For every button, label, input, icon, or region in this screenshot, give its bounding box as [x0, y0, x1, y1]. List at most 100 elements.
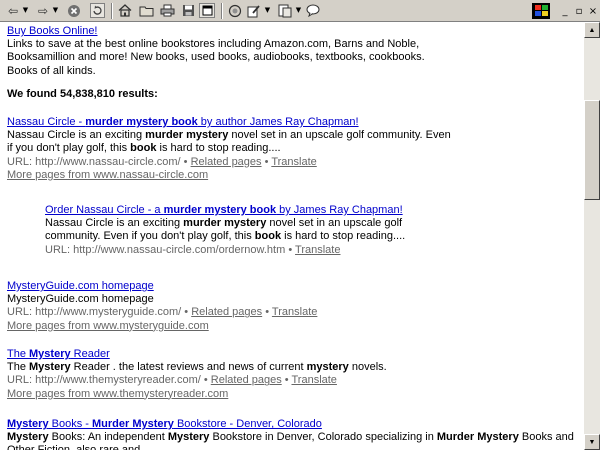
- highlighted-term: Murder Mystery: [91, 418, 174, 430]
- browser-toolbar: ⇦ ▼ ⇨ ▼ ▼ ▼ _ ▫ ×: [0, 0, 600, 22]
- edit-dropdown-icon[interactable]: ▼: [264, 3, 271, 18]
- fullscreen-icon[interactable]: [199, 3, 215, 18]
- translate-link[interactable]: Translate: [295, 244, 340, 256]
- search-results-page: Buy Books Online! Links to save at the b…: [0, 22, 584, 450]
- scroll-down-button[interactable]: ▼: [584, 434, 600, 450]
- text-run: community. Even if you don't play golf, …: [45, 230, 255, 243]
- stop-icon[interactable]: [66, 3, 82, 18]
- result-item: The Mystery Reader The Mystery Reader . t…: [7, 348, 387, 401]
- translate-link[interactable]: Translate: [291, 374, 336, 386]
- text-run: Order Nassau Circle - a: [45, 204, 164, 216]
- result-url: URL: http://www.themysteryreader.com/ • …: [7, 374, 337, 387]
- result-snippet-line: Nassau Circle is an exciting murder myst…: [45, 217, 402, 229]
- text-run: by James Ray Chapman!: [276, 204, 403, 216]
- forward-arrow-icon[interactable]: ⇨: [36, 3, 50, 18]
- text-run: novel set in an upscale golf community. …: [228, 129, 451, 142]
- result-title-link[interactable]: The Mystery Reader: [7, 348, 110, 360]
- floppy-disk-icon[interactable]: [180, 3, 196, 18]
- highlighted-term: book: [254, 230, 282, 243]
- result-item: Mystery Books - Murder Mystery Bookstore…: [7, 418, 574, 450]
- discuss-icon[interactable]: [305, 3, 321, 18]
- result-snippet-line: community. Even if you don't play golf, …: [45, 230, 405, 242]
- url-text: http://www.themysteryreader.com/: [35, 374, 201, 387]
- result-snippet-line: The Mystery Reader . the latest reviews …: [7, 361, 387, 373]
- minimize-button[interactable]: _: [558, 6, 572, 17]
- sponsored-title-link[interactable]: Buy Books Online!: [7, 25, 98, 37]
- result-title-link[interactable]: Mystery Books - Murder Mystery Bookstore…: [7, 418, 322, 430]
- text-run: Books: An independent: [48, 431, 168, 444]
- restore-button[interactable]: ▫: [572, 6, 586, 17]
- highlighted-term: mystery: [306, 361, 349, 374]
- back-dropdown-icon[interactable]: ▼: [22, 3, 29, 18]
- highlighted-term: murder mystery: [183, 217, 267, 230]
- result-snippet-line: MysteryGuide.com homepage: [7, 293, 154, 305]
- home-icon[interactable]: [117, 3, 133, 18]
- related-pages-link[interactable]: Related pages: [191, 306, 262, 318]
- url-text: http://www.nassau-circle.com/ordernow.ht…: [73, 243, 286, 256]
- text-run: Bookstore - Denver, Colorado: [173, 418, 322, 430]
- highlighted-term: Murder Mystery: [436, 431, 519, 444]
- result-url: URL: http://www.nassau-circle.com/ • Rel…: [7, 155, 317, 168]
- sponsored-line: Booksamillion and more! New books, used …: [7, 51, 425, 64]
- highlighted-term: murder mystery book: [85, 116, 198, 128]
- scroll-thumb[interactable]: [584, 100, 600, 200]
- highlighted-term: Mystery: [29, 361, 71, 374]
- highlighted-term: Mystery: [7, 418, 49, 430]
- sponsored-line: Links to save at the best online booksto…: [7, 38, 420, 51]
- sponsored-line: Books of all kinds.: [7, 64, 96, 77]
- more-pages-link[interactable]: More pages from www.nassau-circle.com: [7, 169, 208, 181]
- folder-icon[interactable]: [138, 3, 154, 18]
- text-run: Nassau Circle is an exciting: [7, 129, 146, 142]
- text-run: novel set in an upscale golf: [266, 217, 403, 230]
- history-icon[interactable]: [277, 3, 293, 18]
- highlighted-term: Mystery: [29, 348, 71, 360]
- text-run: Other Fiction, also rare and ...: [7, 444, 153, 450]
- related-pages-link[interactable]: Related pages: [191, 156, 262, 168]
- vertical-scrollbar[interactable]: ▲ ▼: [584, 22, 600, 450]
- result-snippet-line: Nassau Circle is an exciting murder myst…: [7, 129, 451, 141]
- text-run: Reader . the latest reviews and news of …: [70, 361, 307, 374]
- text-run: Nassau Circle -: [7, 116, 86, 128]
- results-count: We found 54,838,810 results:: [7, 88, 158, 100]
- highlighted-term: murder mystery book: [163, 204, 277, 216]
- result-item: Nassau Circle - murder mystery book by a…: [7, 116, 451, 182]
- result-item: Order Nassau Circle - a murder mystery b…: [45, 204, 405, 257]
- result-url: URL: http://www.mysteryguide.com/ • Rela…: [7, 306, 318, 319]
- text-run: Books -: [48, 418, 92, 430]
- highlighted-term: book: [130, 142, 157, 155]
- text-run: The: [7, 348, 30, 360]
- translate-link[interactable]: Translate: [271, 156, 316, 168]
- refresh-icon[interactable]: [90, 3, 105, 18]
- back-arrow-icon[interactable]: ⇦: [6, 3, 20, 18]
- text-run: is hard to stop reading....: [281, 230, 406, 243]
- more-pages-link[interactable]: More pages from www.mysteryguide.com: [7, 320, 209, 332]
- related-pages-link[interactable]: Related pages: [211, 374, 282, 386]
- history-dropdown-icon[interactable]: ▼: [295, 3, 302, 18]
- result-title-link[interactable]: Nassau Circle - murder mystery book by a…: [7, 116, 359, 128]
- result-item: MysteryGuide.com homepage MysteryGuide.co…: [7, 280, 317, 333]
- print-icon[interactable]: [159, 3, 175, 18]
- highlighted-term: murder mystery: [145, 129, 229, 142]
- text-run: Books and: [518, 431, 574, 444]
- close-button[interactable]: ×: [586, 6, 600, 17]
- url-prefix: URL:: [45, 243, 74, 256]
- translate-link[interactable]: Translate: [272, 306, 317, 318]
- text-run: if you don't play golf, this: [7, 142, 131, 155]
- text-run: Bookstore in Denver, Colorado specializi…: [209, 431, 437, 444]
- forward-dropdown-icon[interactable]: ▼: [52, 3, 59, 18]
- text-run: MysteryGuide.com homepage: [7, 293, 154, 306]
- text-run: is hard to stop reading....: [156, 142, 281, 155]
- windows-logo-icon: [532, 3, 550, 19]
- toolbar-separator: [221, 3, 223, 19]
- result-snippet-line: if you don't play golf, this book is har…: [7, 142, 281, 154]
- scroll-up-button[interactable]: ▲: [584, 22, 600, 38]
- result-snippet-line: Other Fiction, also rare and ...: [7, 444, 153, 450]
- more-pages-link[interactable]: More pages from www.themysteryreader.com: [7, 388, 228, 400]
- edit-icon[interactable]: [246, 3, 262, 18]
- result-title-link[interactable]: MysteryGuide.com homepage: [7, 280, 154, 292]
- text-run: MysteryGuide.com homepage: [7, 280, 154, 292]
- result-title-link[interactable]: Order Nassau Circle - a murder mystery b…: [45, 204, 403, 216]
- search-icon[interactable]: [227, 3, 243, 18]
- result-url: URL: http://www.nassau-circle.com/ordern…: [45, 243, 341, 256]
- result-snippet-line: Mystery Books: An independent Mystery Bo…: [7, 431, 574, 443]
